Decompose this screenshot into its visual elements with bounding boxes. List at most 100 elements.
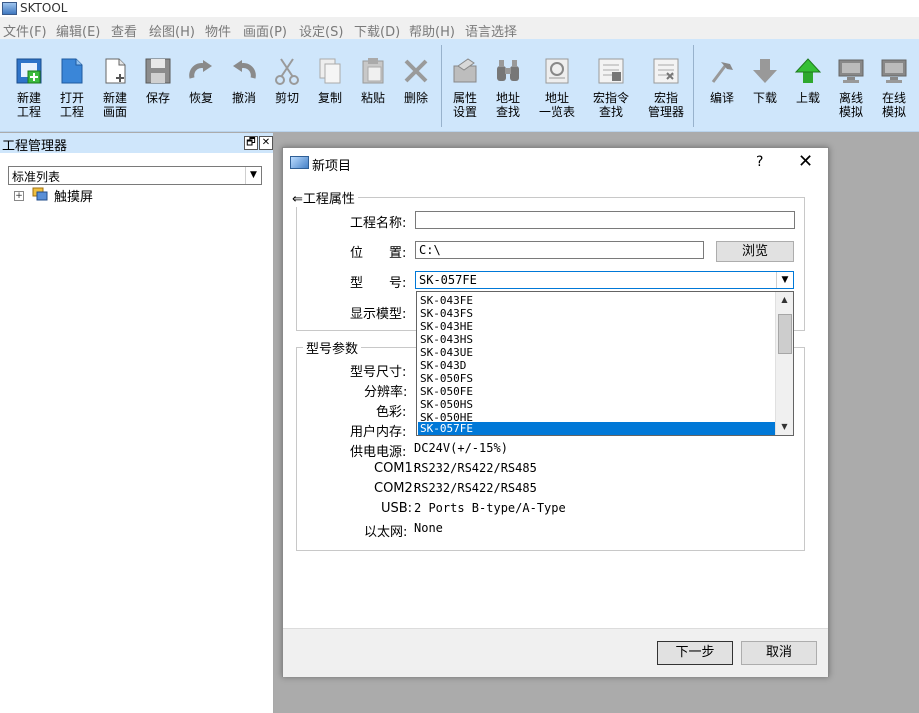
address-find-label: 地址 查找	[495, 91, 520, 119]
model-option[interactable]: SK-050FE	[418, 385, 776, 398]
toolbar: 新建 工程 打开 工程 新建 画面 保存 恢复 撤消 剪切 复制 粘贴 删除 属…	[0, 39, 919, 132]
dropdown-scrollbar[interactable]: ▲ ▼	[775, 292, 793, 435]
project-name-label: 工程名称:	[350, 216, 407, 231]
macro-manager-button[interactable]: 宏指 管理器	[644, 54, 688, 124]
model-option[interactable]: SK-043D	[418, 359, 776, 372]
arrow-down-icon	[753, 59, 777, 83]
model-option[interactable]: SK-043FS	[418, 307, 776, 320]
menu-view[interactable]: 查看	[111, 21, 137, 40]
macro-find-label: 宏指令 查找	[592, 91, 629, 119]
menu-file[interactable]: 文件(F)	[3, 21, 47, 40]
download-button[interactable]: 下载	[743, 54, 787, 124]
title-bar: SKTOOL	[0, 0, 919, 17]
arrow-up-icon	[794, 58, 822, 83]
location-input[interactable]: C:\	[415, 241, 704, 259]
monitor-icon	[838, 59, 864, 83]
compile-button[interactable]: 编译	[700, 54, 744, 124]
new-project-dialog: 新项目 ? ✕ ⇐工程属性 工程名称: 位 置: C:\ 浏览 型 号: SK-…	[282, 147, 829, 677]
model-option[interactable]: SK-043HS	[418, 333, 776, 346]
ethernet-value: None	[414, 521, 443, 535]
model-option[interactable]: SK-050HS	[418, 398, 776, 411]
model-option[interactable]: SK-043UE	[418, 346, 776, 359]
address-list-label: 地址 一览表	[538, 91, 575, 119]
com1-value: RS232/RS422/RS485	[414, 461, 537, 475]
com2-value: RS232/RS422/RS485	[414, 481, 537, 495]
tree-expand-icon[interactable]: +	[14, 191, 24, 201]
property-settings-icon	[453, 58, 477, 83]
save-button[interactable]: 保存	[136, 54, 180, 124]
model-label: 型 号:	[350, 276, 407, 291]
power-value: DC24V(+/-15%)	[414, 441, 508, 455]
macro-find-button[interactable]: 宏指令 查找	[589, 54, 633, 124]
panel-title: 工程管理器	[2, 139, 68, 154]
menu-edit[interactable]: 编辑(E)	[56, 21, 100, 40]
menu-help[interactable]: 帮助(H)	[409, 21, 455, 40]
help-button[interactable]: ?	[756, 154, 763, 170]
display-model-label: 显示模型:	[350, 307, 407, 322]
delete-label: 删除	[403, 91, 428, 105]
user-memory-label: 用户内存:	[350, 425, 407, 440]
model-option[interactable]: SK-050FS	[418, 372, 776, 385]
chevron-down-icon[interactable]: ▼	[776, 272, 793, 288]
model-dropdown-list[interactable]: SK-043FE SK-043FS SK-043HE SK-043HS SK-0…	[416, 291, 794, 436]
dialog-title: 新项目	[312, 159, 352, 174]
new-screen-button[interactable]: 新建 画面	[93, 54, 137, 124]
float-panel-icon[interactable]: 🗗	[244, 136, 258, 150]
panel-header: 工程管理器 🗗 ✕	[0, 133, 273, 154]
scroll-up-icon[interactable]: ▲	[776, 292, 793, 308]
menu-draw[interactable]: 绘图(H)	[149, 21, 195, 40]
model-option[interactable]: SK-043HE	[418, 320, 776, 333]
dialog-icon	[290, 156, 309, 169]
macro-manager-label: 宏指 管理器	[647, 91, 684, 119]
model-option[interactable]: SK-043FE	[418, 294, 776, 307]
tree-item-touchscreen[interactable]: 触摸屏	[54, 186, 93, 205]
delete-icon	[404, 59, 428, 83]
menu-screen[interactable]: 画面(P)	[243, 21, 287, 40]
next-button[interactable]: 下一步	[657, 641, 733, 665]
close-panel-icon[interactable]: ✕	[259, 136, 273, 150]
menu-language[interactable]: 语言选择	[465, 21, 517, 40]
delete-button[interactable]: 删除	[394, 54, 438, 124]
copy-icon	[319, 58, 341, 84]
list-type-value: 标准列表	[12, 170, 61, 184]
address-find-button[interactable]: 地址 查找	[486, 54, 530, 124]
power-label: 供电电源:	[350, 445, 407, 460]
cut-button[interactable]: 剪切	[265, 54, 309, 124]
macro-find-icon	[598, 58, 624, 84]
close-button[interactable]: ✕	[798, 151, 813, 172]
location-value: C:\	[419, 243, 441, 257]
model-select[interactable]: SK-057FE ▼	[415, 271, 794, 289]
chevron-down-icon[interactable]: ▼	[245, 167, 261, 184]
app-title: SKTOOL	[20, 1, 68, 15]
list-type-select[interactable]: 标准列表 ▼	[8, 166, 262, 185]
model-value: SK-057FE	[419, 273, 477, 287]
scroll-down-icon[interactable]: ▼	[776, 419, 793, 435]
new-page-icon	[105, 58, 126, 84]
save-icon	[145, 58, 171, 84]
redo-button[interactable]: 恢复	[179, 54, 223, 124]
browse-button[interactable]: 浏览	[716, 241, 794, 262]
com1-label: COM1:	[374, 461, 418, 476]
scroll-thumb[interactable]	[778, 314, 792, 354]
resolution-label: 分辨率:	[364, 385, 408, 400]
menu-bar: 文件(F) 编辑(E) 查看 绘图(H) 物件 画面(P) 设定(S) 下载(D…	[0, 17, 919, 40]
menu-objects[interactable]: 物件	[205, 21, 231, 40]
binoculars-icon	[497, 60, 519, 81]
online-simulation-button[interactable]: 在线 模拟	[872, 54, 916, 124]
project-name-input[interactable]	[415, 211, 795, 229]
address-list-icon	[545, 58, 569, 84]
usb-value: 2 Ports B-type/A-Type	[414, 501, 566, 515]
menu-download[interactable]: 下载(D)	[354, 21, 400, 40]
undo-button[interactable]: 撤消	[222, 54, 266, 124]
macro-manager-icon	[653, 58, 679, 84]
hammer-icon	[711, 62, 733, 83]
copy-button[interactable]: 复制	[308, 54, 352, 124]
toolbar-separator	[693, 45, 694, 127]
new-project-icon	[16, 58, 42, 84]
paste-button[interactable]: 粘贴	[351, 54, 395, 124]
cancel-button[interactable]: 取消	[741, 641, 817, 665]
model-option-selected[interactable]: SK-057FE	[418, 422, 776, 435]
menu-settings[interactable]: 设定(S)	[299, 21, 343, 40]
project-properties-legend: ⇐工程属性	[289, 188, 358, 207]
address-list-button[interactable]: 地址 一览表	[535, 54, 579, 124]
